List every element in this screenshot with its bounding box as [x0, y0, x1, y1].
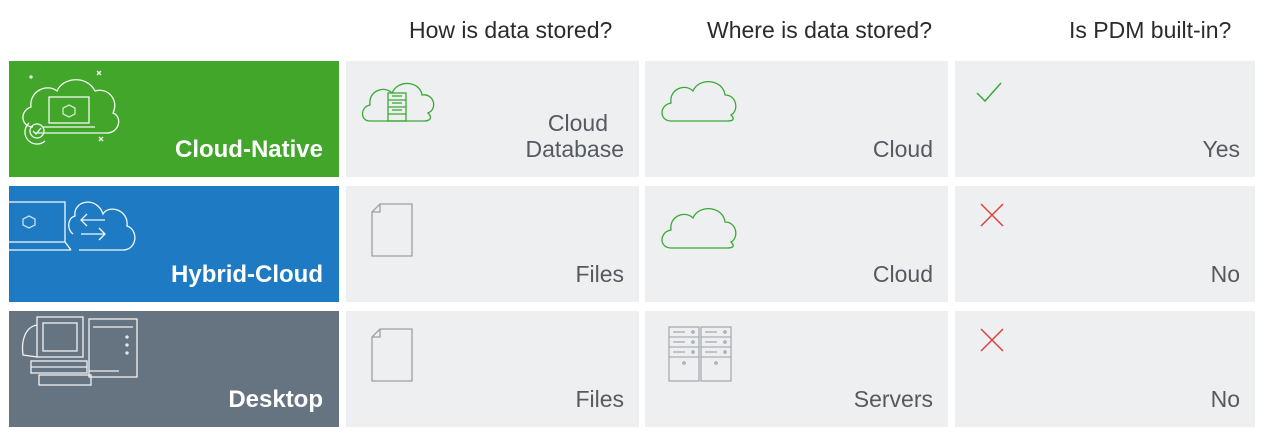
- pdm-value: Yes: [1202, 136, 1240, 162]
- cloud-icon: [661, 81, 737, 122]
- how-value: Files: [575, 261, 624, 287]
- how-value-line1: Cloud: [547, 110, 608, 136]
- row-label-text: Hybrid-Cloud: [171, 261, 323, 288]
- servers-icon: [668, 326, 732, 382]
- cell-how-hybrid-cloud: Files: [346, 186, 639, 302]
- cell-pdm-cloud-native: Yes: [955, 61, 1255, 177]
- cell-pdm-desktop: No: [955, 311, 1255, 427]
- column-header-pdm: Is PDM built-in?: [1069, 17, 1232, 43]
- cell-where-cloud-native: Cloud: [645, 61, 948, 177]
- where-value: Servers: [853, 386, 933, 412]
- cloud-icon: [661, 208, 737, 249]
- where-value: Cloud: [872, 261, 933, 287]
- row-label-cloud-native: Cloud-Native: [9, 61, 339, 177]
- column-header-where: Where is data stored?: [707, 17, 933, 43]
- how-value: Files: [575, 386, 624, 412]
- cell-where-hybrid-cloud: Cloud: [645, 186, 948, 302]
- cell-where-desktop: Servers: [645, 311, 948, 427]
- row-label-text: Desktop: [228, 386, 323, 413]
- where-value: Cloud: [872, 136, 933, 162]
- how-value: Cloud Database: [526, 110, 624, 162]
- cross-icon: [980, 328, 1004, 352]
- column-header-how: How is data stored?: [409, 17, 613, 43]
- file-icon: [371, 328, 413, 382]
- cell-pdm-hybrid-cloud: No: [955, 186, 1255, 302]
- cloud-database-icon: [361, 82, 435, 122]
- pdm-value: No: [1210, 261, 1240, 287]
- row-label-text: Cloud-Native: [174, 136, 323, 163]
- how-value-line2: Database: [525, 136, 624, 162]
- cell-how-desktop: Files: [346, 311, 639, 427]
- file-icon: [371, 203, 413, 257]
- check-icon: [976, 82, 1002, 103]
- cross-icon: [980, 203, 1004, 227]
- row-label-hybrid-cloud: Hybrid-Cloud: [9, 186, 339, 302]
- cell-how-cloud-native: Cloud Database: [346, 61, 639, 177]
- row-label-desktop: Desktop: [9, 311, 339, 427]
- pdm-value: No: [1210, 386, 1240, 412]
